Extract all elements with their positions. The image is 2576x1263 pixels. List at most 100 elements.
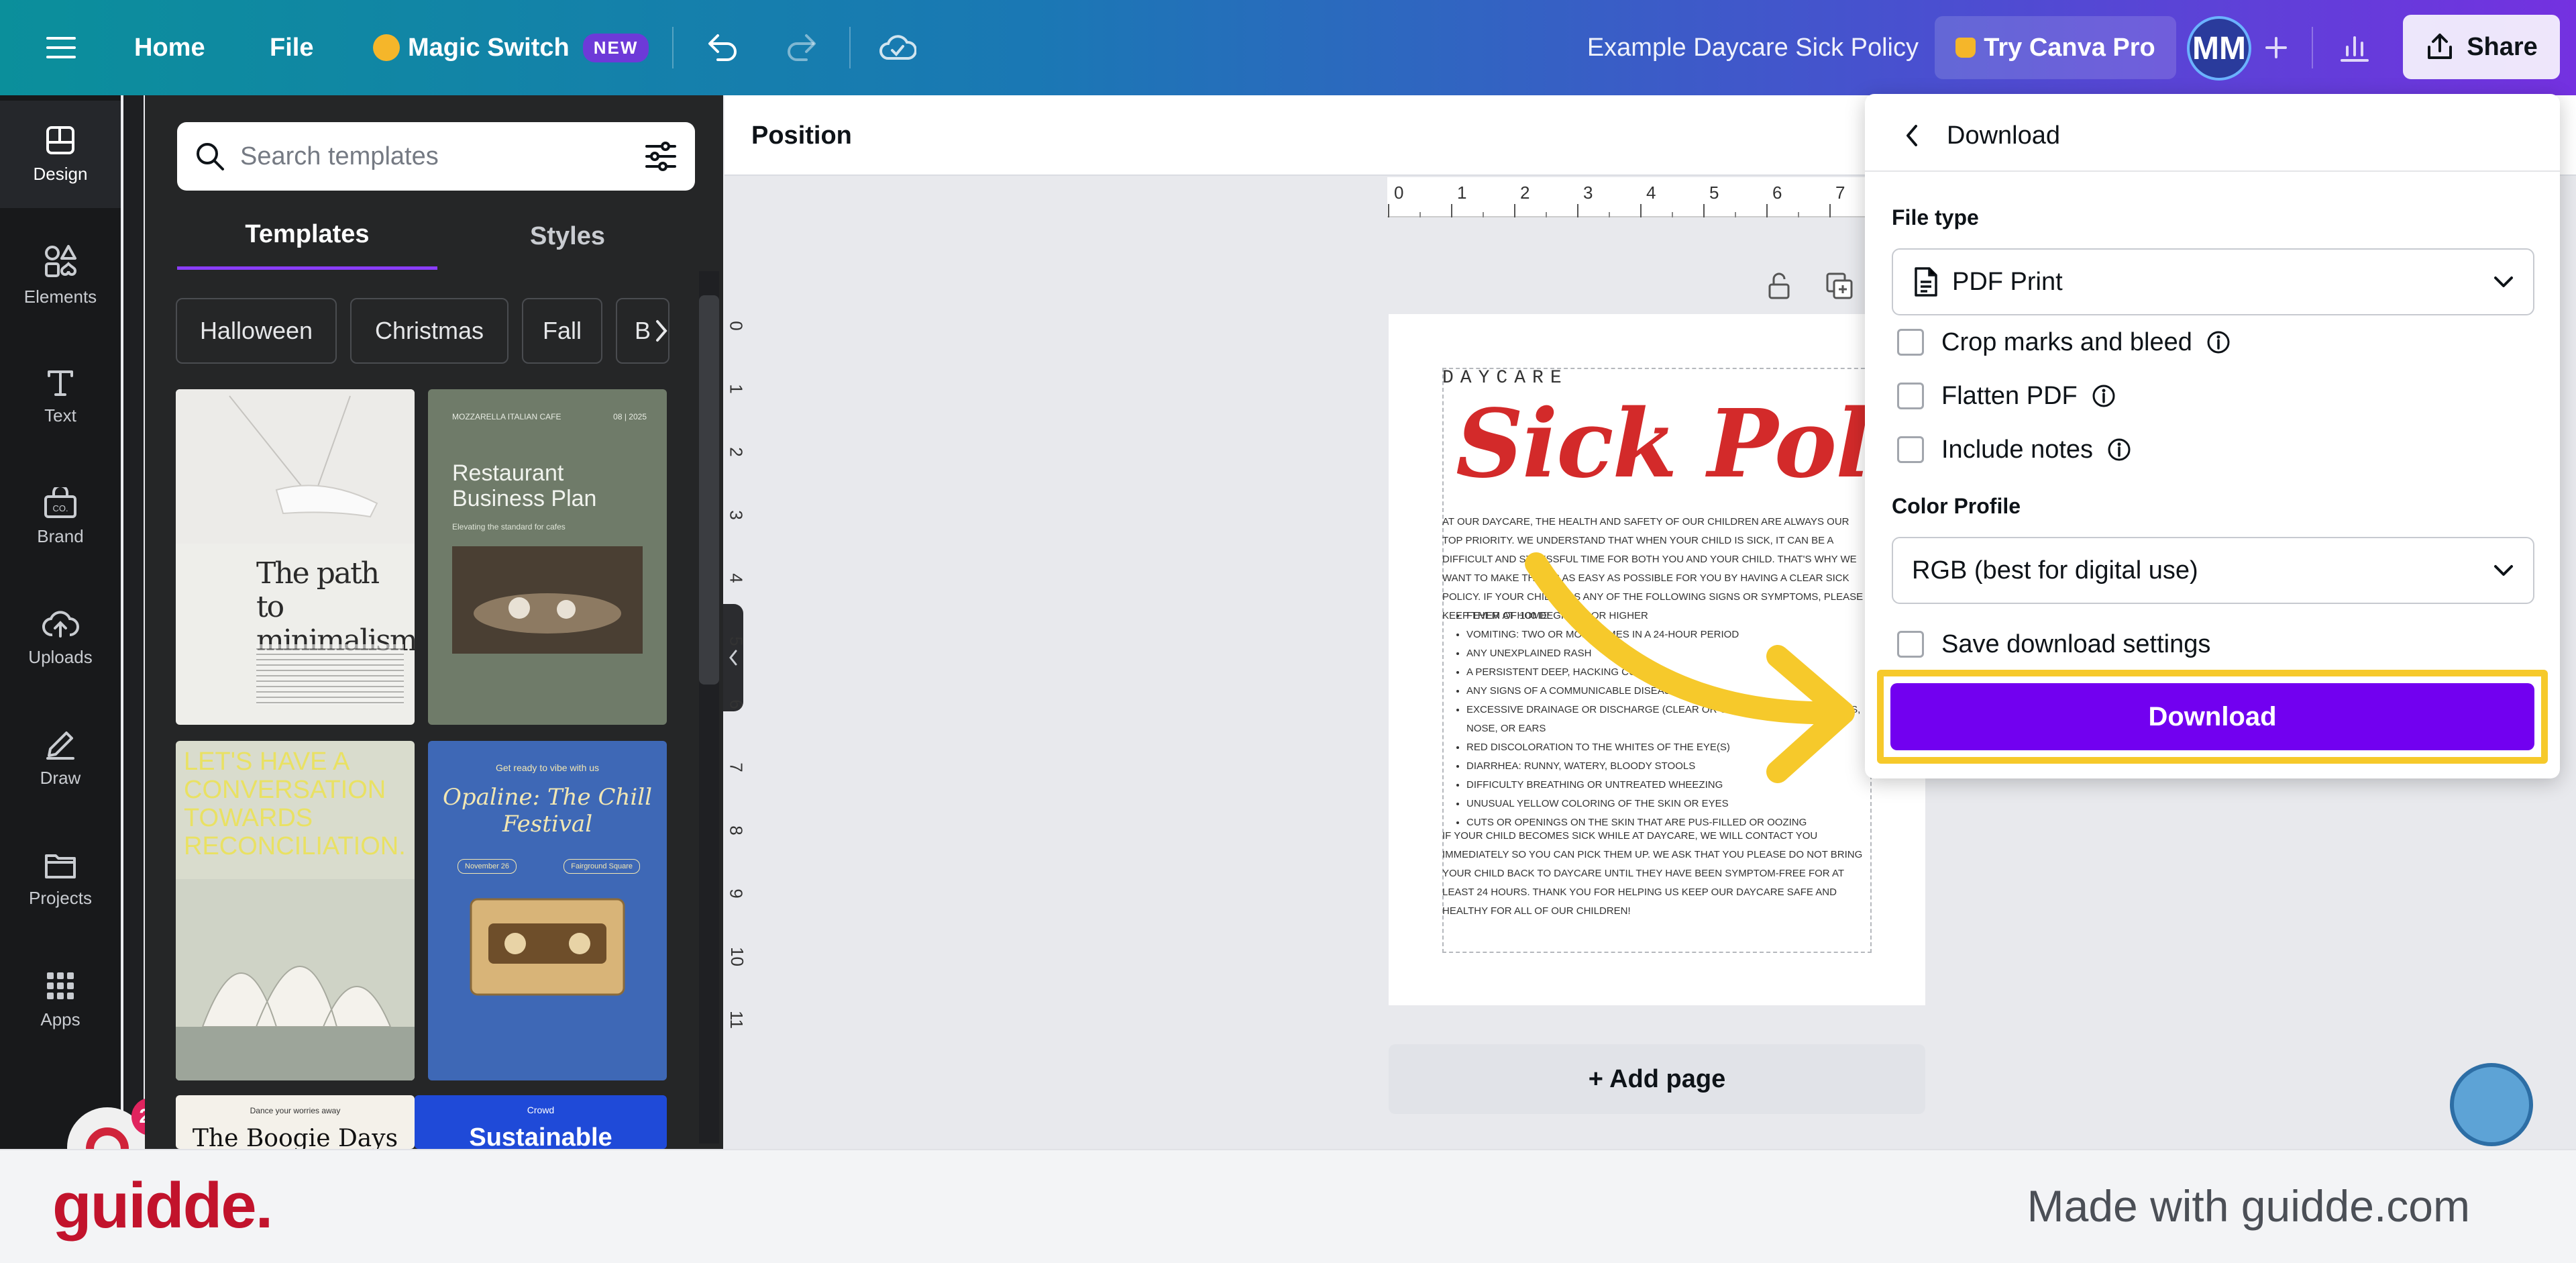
tab-templates[interactable]: Templates [177, 203, 437, 270]
share-button[interactable]: Share [2403, 15, 2560, 79]
try-canva-pro-button[interactable]: Try Canva Pro [1935, 16, 2176, 79]
include-notes-checkbox[interactable]: Include notes [1897, 428, 2132, 471]
info-icon[interactable] [2091, 383, 2116, 409]
list-item: Difficulty breathing or untreated wheezi… [1466, 776, 1870, 795]
thumb-title: LET'S HAVE A CONVERSATION TOWARDS RECONC… [184, 748, 412, 860]
template-thumb[interactable]: The path to minimalism [176, 389, 415, 725]
checkbox-box[interactable] [1897, 631, 1924, 658]
insights-icon[interactable] [2334, 30, 2375, 66]
list-item: Diarrhea: runny, watery, bloody stools [1466, 757, 1870, 776]
search-bar[interactable] [177, 122, 695, 191]
vertical-ruler: 0 1 2 3 4 5 6 7 8 9 10 11 [724, 217, 765, 1070]
checkbox-box[interactable] [1897, 329, 1924, 356]
duplicate-page-icon[interactable] [1819, 266, 1860, 306]
flatten-pdf-checkbox[interactable]: Flatten PDF [1897, 374, 2116, 417]
design-icon [45, 125, 76, 156]
checkbox-label: Save download settings [1941, 630, 2210, 659]
template-thumb[interactable]: Crowd Sustainable [415, 1095, 667, 1149]
thumb-body-lines [256, 644, 404, 705]
document-title[interactable]: Example Daycare Sick Policy [1543, 0, 1919, 95]
divider [2312, 27, 2313, 68]
position-button[interactable]: Position [751, 95, 852, 176]
rail-item-design[interactable]: Design [0, 101, 121, 208]
ruler-label: 7 [1835, 183, 1845, 203]
document-icon [1912, 266, 1939, 298]
rail-label: Text [44, 405, 76, 426]
info-icon[interactable] [2206, 330, 2231, 355]
menu-icon[interactable] [43, 31, 79, 64]
info-icon[interactable] [2106, 437, 2132, 462]
uploads-icon [42, 608, 79, 639]
rail-item-apps[interactable]: Apps [0, 946, 121, 1054]
chips-next-button[interactable] [641, 298, 682, 364]
share-icon [2425, 32, 2455, 62]
rail-item-elements[interactable]: Elements [0, 221, 121, 329]
checkbox-box[interactable] [1897, 436, 1924, 463]
rail-scrollbar[interactable] [123, 95, 144, 1149]
redo-icon[interactable] [782, 30, 821, 66]
back-button[interactable] [1892, 115, 1932, 156]
file-type-select[interactable]: PDF Print [1892, 248, 2534, 315]
rail-item-uploads[interactable]: Uploads [0, 584, 121, 691]
template-thumb[interactable]: Dance your worries away The Boogie Days [176, 1095, 415, 1149]
rail-label: Draw [40, 768, 81, 789]
guidde-logo: guidde. [52, 1149, 272, 1263]
chip-fall[interactable]: Fall [522, 298, 602, 364]
horizontal-ruler: 0 1 2 3 4 5 6 7 [1387, 177, 1870, 217]
thumb-title: Restaurant Business Plan [452, 460, 640, 511]
rail-item-text[interactable]: Text [0, 342, 121, 450]
download-button[interactable]: Download [1890, 683, 2534, 750]
cloud-saved-icon[interactable] [877, 30, 918, 66]
chevron-down-icon [2493, 564, 2514, 577]
list-item: Any unexplained rash [1466, 644, 1870, 663]
thumb-brand: MOZZARELLA ITALIAN CAFE [452, 412, 566, 421]
color-profile-select[interactable]: RGB (best for digital use) [1892, 537, 2534, 604]
magic-switch-icon [373, 34, 400, 61]
list-item: Excessive drainage or discharge (clear o… [1466, 701, 1870, 738]
ruler-label: 5 [726, 636, 747, 646]
ruler-label: 2 [726, 447, 747, 456]
rail-label: Projects [29, 888, 92, 909]
templates-panel: Templates Styles Halloween Christmas Fal… [145, 95, 723, 1149]
rail-item-draw[interactable]: Draw [0, 705, 121, 812]
chip-christmas[interactable]: Christmas [350, 298, 508, 364]
rail-label: Apps [40, 1009, 80, 1030]
left-rail: Design Elements Text CO. Brand Uploads D… [0, 95, 121, 1149]
ruler-label: 4 [1646, 183, 1656, 203]
file-menu[interactable]: File [270, 0, 313, 95]
crop-marks-checkbox[interactable]: Crop marks and bleed [1897, 321, 2231, 364]
undo-icon[interactable] [703, 30, 742, 66]
ruler-label: 6 [726, 699, 747, 709]
ruler-label: 3 [1583, 183, 1593, 203]
help-assistant-icon[interactable] [2450, 1063, 2533, 1146]
ruler-label: 1 [726, 384, 747, 393]
projects-icon [44, 850, 77, 880]
brand-icon: CO. [43, 487, 78, 518]
ruler-label: 2 [1520, 183, 1529, 203]
rail-item-brand[interactable]: CO. Brand [0, 463, 121, 570]
chip-halloween[interactable]: Halloween [176, 298, 337, 364]
ruler-label: 6 [1772, 183, 1782, 203]
lock-icon[interactable] [1759, 266, 1799, 306]
user-avatar[interactable]: MM [2187, 16, 2251, 81]
filter-icon[interactable] [644, 141, 678, 172]
rail-label: Uploads [28, 647, 92, 668]
magic-switch-button[interactable]: Magic Switch NEW [373, 0, 649, 95]
list-item: Fever of 100 degrees or higher [1466, 607, 1870, 625]
rail-label: Design [34, 164, 88, 185]
thumb-kicker: Dance your worries away [176, 1106, 415, 1115]
save-settings-checkbox[interactable]: Save download settings [1897, 623, 2210, 666]
template-thumb[interactable]: LET'S HAVE A CONVERSATION TOWARDS RECONC… [176, 741, 415, 1080]
add-page-button[interactable]: + Add page [1389, 1044, 1925, 1114]
home-button[interactable]: Home [134, 0, 205, 95]
template-thumb[interactable]: Get ready to vibe with us Opaline: The C… [428, 741, 667, 1080]
template-thumb[interactable]: MOZZARELLA ITALIAN CAFE 08 | 2025 Restau… [428, 389, 667, 725]
ruler-label: 4 [726, 573, 747, 583]
rail-item-projects[interactable]: Projects [0, 825, 121, 933]
checkbox-box[interactable] [1897, 383, 1924, 409]
panel-scrollbar-thumb[interactable] [699, 295, 719, 685]
color-profile-label: Color Profile [1892, 494, 2021, 519]
tab-styles[interactable]: Styles [437, 203, 698, 270]
add-collaborator-icon[interactable] [2259, 31, 2293, 64]
search-input[interactable] [240, 142, 644, 171]
